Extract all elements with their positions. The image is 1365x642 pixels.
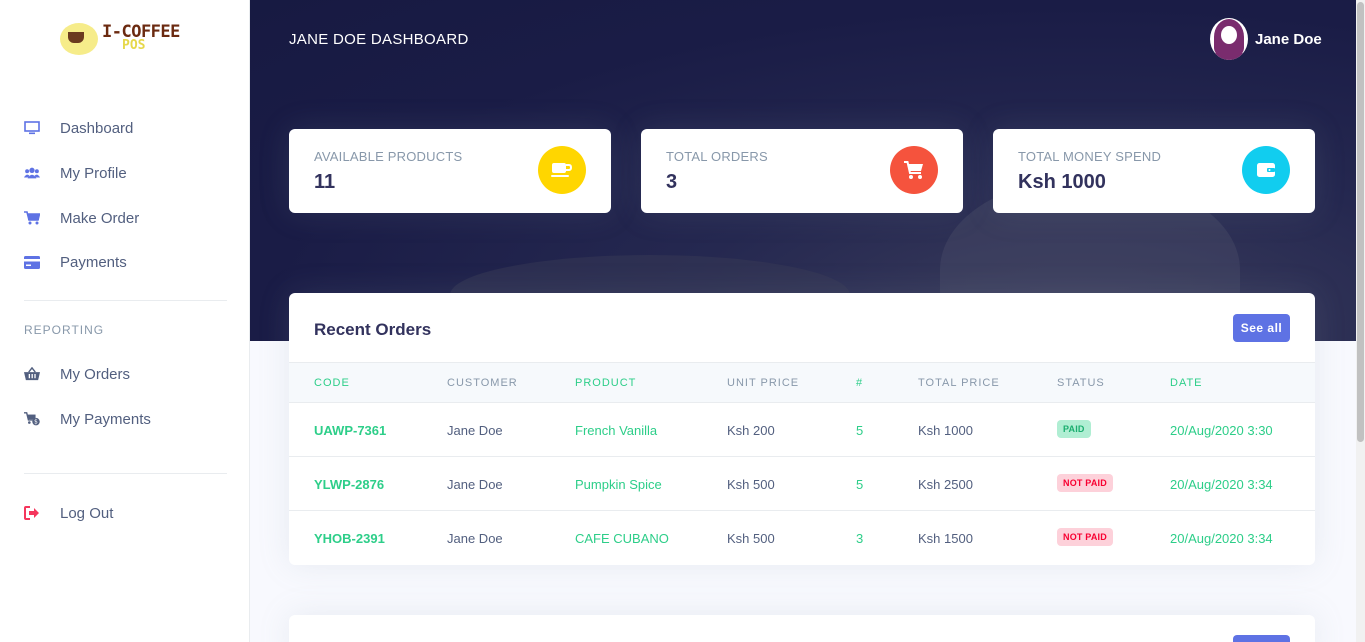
sidebar-item-label: My Orders [60,365,131,383]
mug-icon [538,146,586,194]
sidebar-item-label: Payments [60,253,127,271]
see-all-button[interactable]: See all [1233,314,1290,342]
sign-out-icon [24,505,40,521]
logo-title: I-COFFEE [102,22,180,42]
page-title: JANE DOE DASHBOARD [289,31,469,48]
credit-card-icon [24,254,40,270]
column-header-total-price[interactable]: TOTAL PRICE [918,377,1000,389]
column-header-quantity[interactable]: # [856,377,863,389]
stat-value: Ksh 1000 [1018,171,1106,193]
stat-title: TOTAL MONEY SPEND [1018,149,1162,164]
sidebar-item-label: Dashboard [60,119,134,137]
sidebar-item-label: Log Out [60,504,114,522]
sidebar-item-label: Make Order [60,209,140,227]
second-card-button[interactable] [1233,635,1290,642]
order-total: Ksh 1500 [918,531,973,546]
scrollbar-thumb[interactable] [1357,2,1364,442]
order-date: 20/Aug/2020 3:34 [1170,477,1273,492]
cart-icon [24,210,40,226]
stat-title: TOTAL ORDERS [666,149,768,164]
sidebar-item-label: My Payments [60,410,151,428]
column-header-customer[interactable]: CUSTOMER [447,377,518,389]
monitor-icon [24,120,40,136]
sidebar-item-label: My Profile [60,164,127,182]
order-date: 20/Aug/2020 3:34 [1170,531,1273,546]
stat-card-total-orders: TOTAL ORDERS 3 [641,129,963,213]
second-card [289,615,1315,642]
column-header-unit-price[interactable]: UNIT PRICE [727,377,799,389]
column-header-status[interactable]: STATUS [1057,377,1105,389]
order-quantity: 5 [856,477,864,492]
sidebar-item-my-payments[interactable]: $ My Payments [24,407,224,431]
basket-icon [24,366,40,382]
order-code[interactable]: YLWP-2876 [314,477,384,492]
order-unit-price: Ksh 200 [727,423,775,438]
sidebar-divider [24,300,227,301]
order-total: Ksh 1000 [918,423,973,438]
order-customer: Jane Doe [447,531,503,546]
stat-title: AVAILABLE PRODUCTS [314,149,463,164]
status-badge: PAID [1057,420,1091,438]
table-row[interactable]: YLWP-2876 Jane Doe Pumpkin Spice Ksh 500… [289,457,1315,511]
stat-value: 3 [666,171,678,193]
status-badge: NOT PAID [1057,474,1113,492]
page-scrollbar[interactable] [1356,0,1365,642]
stat-value: 11 [314,171,336,193]
sidebar-item-log-out[interactable]: Log Out [24,501,224,525]
table-row[interactable]: UAWP-7361 Jane Doe French Vanilla Ksh 20… [289,403,1315,457]
recent-orders-title: Recent Orders [314,320,432,339]
stat-card-total-money: TOTAL MONEY SPEND Ksh 1000 [993,129,1315,213]
status-badge: NOT PAID [1057,528,1113,546]
user-menu[interactable]: Jane Doe [1210,18,1322,60]
order-customer: Jane Doe [447,477,503,492]
table-row[interactable]: YHOB-2391 Jane Doe CAFE CUBANO Ksh 500 3… [289,511,1315,565]
cart-dollar-icon: $ [24,411,40,427]
sidebar-item-my-orders[interactable]: My Orders [24,362,224,386]
order-date: 20/Aug/2020 3:30 [1170,423,1273,438]
order-code[interactable]: UAWP-7361 [314,423,386,438]
stat-card-available-products: AVAILABLE PRODUCTS 11 [289,129,611,213]
sidebar: I-COFFEE POS Dashboard My Profile Make O… [0,0,250,642]
wallet-icon [1242,146,1290,194]
order-unit-price: Ksh 500 [727,531,775,546]
order-unit-price: Ksh 500 [727,477,775,492]
svg-text:$: $ [34,420,38,426]
sidebar-item-my-profile[interactable]: My Profile [24,161,224,185]
column-header-code[interactable]: CODE [314,377,350,389]
app-logo[interactable]: I-COFFEE POS [60,18,190,60]
sidebar-divider [24,473,227,474]
order-customer: Jane Doe [447,423,503,438]
order-product: Pumpkin Spice [575,477,662,492]
column-header-date[interactable]: DATE [1170,377,1203,389]
order-quantity: 5 [856,423,864,438]
sidebar-item-payments[interactable]: Payments [24,250,224,274]
users-icon [24,165,40,181]
order-product: French Vanilla [575,423,658,438]
coffee-logo-icon [60,23,98,55]
user-name: Jane Doe [1255,30,1322,48]
order-code[interactable]: YHOB-2391 [314,531,385,546]
cart-icon [890,146,938,194]
order-total: Ksh 2500 [918,477,973,492]
avatar [1210,18,1248,60]
column-header-product[interactable]: PRODUCT [575,377,636,389]
table-header: CODE CUSTOMER PRODUCT UNIT PRICE # TOTAL… [289,362,1315,403]
recent-orders-card: Recent Orders See all CODE CUSTOMER PROD… [289,293,1315,565]
order-quantity: 3 [856,531,864,546]
sidebar-section-label: REPORTING [24,323,105,337]
order-product: CAFE CUBANO [575,531,669,546]
sidebar-item-make-order[interactable]: Make Order [24,206,224,230]
sidebar-item-dashboard[interactable]: Dashboard [24,116,224,140]
